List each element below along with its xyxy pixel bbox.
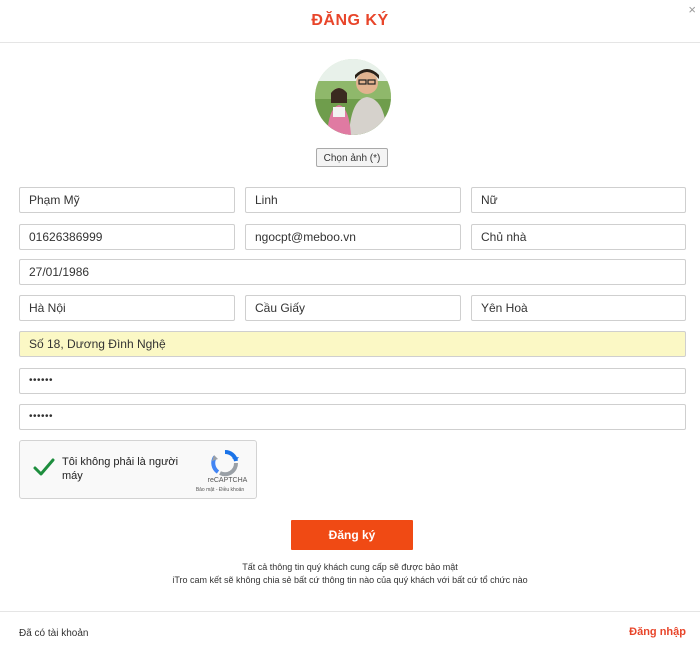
footer-divider — [0, 611, 700, 612]
recaptcha-widget: Tôi không phải là người máy reCAPTCHA Bả… — [19, 440, 257, 499]
register-modal: ĐĂNG KÝ × Chọn ảnh (*) Phạm Mỹ Linh Nữ 0… — [0, 0, 700, 653]
address-field[interactable]: Số 18, Dương Đình Nghệ — [19, 331, 686, 357]
password-confirm-field[interactable]: •••••• — [19, 404, 686, 430]
password-field[interactable]: •••••• — [19, 368, 686, 394]
phone-field[interactable]: 01626386999 — [19, 224, 235, 250]
recaptcha-brand: reCAPTCHA — [207, 477, 248, 484]
gender-select[interactable]: Nữ — [471, 187, 686, 213]
check-icon[interactable] — [32, 455, 56, 479]
avatar[interactable] — [315, 59, 391, 135]
recaptcha-links[interactable]: Bảo mật - Điều khoản — [184, 487, 256, 493]
first-name-field[interactable]: Linh — [245, 187, 461, 213]
avatar-photo — [315, 59, 391, 135]
district-select[interactable]: Cầu Giấy — [245, 295, 461, 321]
role-select[interactable]: Chủ nhà — [471, 224, 686, 250]
modal-title: ĐĂNG KÝ — [311, 12, 389, 29]
birthday-field[interactable]: 27/01/1986 — [19, 259, 686, 285]
modal-header: ĐĂNG KÝ × — [0, 0, 700, 43]
login-link[interactable]: Đăng nhập — [629, 626, 686, 638]
choose-photo-button[interactable]: Chọn ảnh (*) — [316, 148, 388, 167]
captcha-label: Tôi không phải là người máy — [62, 456, 179, 482]
ward-select[interactable]: Yên Hoà — [471, 295, 686, 321]
city-select[interactable]: Hà Nội — [19, 295, 235, 321]
last-name-field[interactable]: Phạm Mỹ — [19, 187, 235, 213]
register-submit-button[interactable]: Đăng ký — [291, 520, 413, 550]
privacy-notice-line-2: iTro cam kết sẽ không chia sẻ bất cứ thô… — [172, 575, 528, 585]
close-icon[interactable]: × — [688, 2, 696, 18]
privacy-notice-line-1: Tất cả thông tin quý khách cung cấp sẽ đ… — [242, 562, 458, 572]
email-field[interactable]: ngocpt@meboo.vn — [245, 224, 461, 250]
recaptcha-logo-icon — [210, 449, 240, 477]
has-account-text: Đã có tài khoản — [19, 628, 89, 639]
